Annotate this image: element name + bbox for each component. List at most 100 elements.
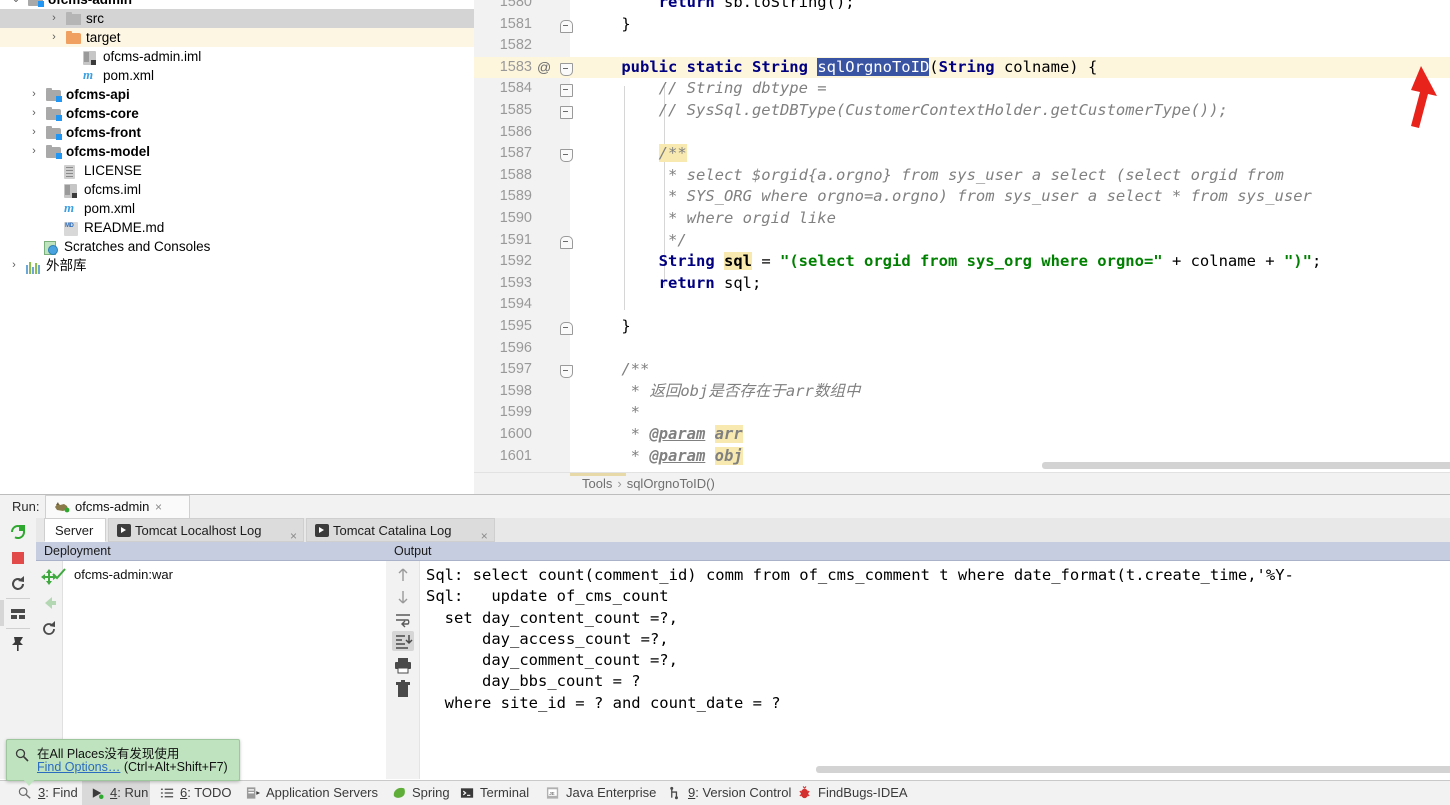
- run-subtabs[interactable]: Server Tomcat Localhost Log × Tomcat Catali…: [36, 518, 1450, 543]
- code-line-1583[interactable]: 1583 @ public static String sqlOrgnoToID(…: [474, 56, 1450, 79]
- stop-icon[interactable]: [8, 548, 28, 568]
- breadcrumb-parent[interactable]: Tools: [582, 476, 612, 491]
- run-subtab-0[interactable]: Server: [44, 518, 106, 542]
- chevron-right-icon[interactable]: ›: [28, 142, 40, 161]
- code-fold-icon[interactable]: [560, 84, 573, 98]
- pin-icon[interactable]: [8, 634, 28, 654]
- project-tool-window[interactable]: ⌄ofcms-admin›src›targetofcms-admin.imlmp…: [0, 0, 475, 494]
- code-fold-icon[interactable]: [560, 149, 573, 163]
- chevron-right-icon[interactable]: ›: [8, 256, 20, 275]
- chevron-right-icon[interactable]: ›: [28, 104, 40, 123]
- code-line-1584[interactable]: 1584 // String dbtype =: [474, 78, 1450, 100]
- scroll-to-end-icon[interactable]: [392, 631, 414, 651]
- tree-item-10[interactable]: ofcms.iml: [0, 180, 474, 199]
- editor-horizontal-scrollbar[interactable]: [1042, 462, 1450, 469]
- layout-icon[interactable]: [8, 604, 28, 624]
- run-configuration-tab[interactable]: ofcms-admin ×: [45, 495, 190, 519]
- tree-item-5[interactable]: › ofcms-api: [0, 85, 474, 104]
- code-line-1591[interactable]: 1591 */: [474, 230, 1450, 252]
- code-line-1580[interactable]: 1580 return sb.toString();: [474, 0, 1450, 14]
- status-bar-item-3-find[interactable]: 3: Find: [10, 781, 82, 805]
- tooltip-actions[interactable]: Find Options… (Ctrl+Alt+Shift+F7): [37, 760, 228, 774]
- find-options-link[interactable]: Find Options…: [37, 760, 120, 774]
- up-arrow-icon[interactable]: [392, 565, 414, 585]
- output-panel[interactable]: Sql: select count(comment_id) comm from …: [386, 561, 1450, 779]
- restart-icon[interactable]: [8, 574, 28, 594]
- tree-item-8[interactable]: › ofcms-model: [0, 142, 474, 161]
- breadcrumb[interactable]: Tools › sqlOrgnoToID(): [582, 476, 715, 491]
- code-line-1588[interactable]: 1588 * select $orgid{a.orgno} from sys_u…: [474, 165, 1450, 187]
- rerun-icon[interactable]: [8, 522, 28, 542]
- code-line-1595[interactable]: 1595 }: [474, 316, 1450, 338]
- tree-item-7[interactable]: › ofcms-front: [0, 123, 474, 142]
- status-bar-item-java-enterprise[interactable]: JE Java Enterprise: [538, 781, 658, 805]
- run-subtab-1[interactable]: Tomcat Localhost Log ×: [108, 518, 304, 543]
- code-line-1592[interactable]: 1592 String sql = "(select orgid from sy…: [474, 251, 1450, 273]
- chevron-right-icon[interactable]: ›: [48, 28, 60, 47]
- code-line-1598[interactable]: 1598 * 返回obj是否存在于arr数组中: [474, 381, 1450, 403]
- status-bar-item-9-version-control[interactable]: 9: Version Control: [660, 781, 791, 805]
- markdown-file-icon: MD: [64, 220, 80, 236]
- print-icon[interactable]: [392, 655, 414, 675]
- code-fold-icon[interactable]: [560, 235, 573, 249]
- code-fold-icon[interactable]: [560, 322, 573, 335]
- chevron-down-icon[interactable]: ⌄: [10, 0, 22, 9]
- status-bar-item-application-servers[interactable]: Application Servers: [238, 781, 378, 805]
- code-line-1594[interactable]: 1594: [474, 294, 1450, 316]
- tree-item-2[interactable]: › target: [0, 28, 474, 47]
- tree-item-4[interactable]: m pom.xml: [0, 66, 474, 85]
- folder-module-icon: [46, 87, 62, 102]
- code-line-1587[interactable]: 1587 /**: [474, 143, 1450, 165]
- chevron-right-icon[interactable]: ›: [48, 9, 60, 28]
- tree-item-1[interactable]: › src: [0, 9, 474, 28]
- code-fold-icon[interactable]: [560, 19, 573, 33]
- code-fold-icon[interactable]: [560, 62, 573, 76]
- code-fold-icon[interactable]: [560, 106, 573, 119]
- code-line-1581[interactable]: 1581 }: [474, 14, 1450, 36]
- code-line-1582[interactable]: 1582: [474, 35, 1450, 57]
- code-line-1590[interactable]: 1590 * where orgid like: [474, 208, 1450, 230]
- folder-orange-icon: [66, 30, 82, 45]
- code-line-1599[interactable]: 1599 *: [474, 402, 1450, 424]
- status-bar-item-6-todo[interactable]: 6: TODO: [152, 781, 232, 805]
- output-horizontal-scrollbar[interactable]: [816, 766, 1450, 773]
- find-usages-notification-popup[interactable]: 在All Places没有发现使用 Find Options… (Ctrl+Al…: [6, 739, 240, 781]
- run-subtab-2[interactable]: Tomcat Catalina Log ×: [306, 518, 495, 543]
- code-fold-icon[interactable]: [560, 365, 573, 379]
- down-arrow-icon[interactable]: [392, 587, 414, 607]
- tree-item-9[interactable]: LICENSE: [0, 161, 474, 180]
- run-tab-close-icon[interactable]: ×: [155, 500, 162, 514]
- tree-item-14[interactable]: › 外部库: [0, 256, 474, 275]
- code-line-1593[interactable]: 1593 return sql;: [474, 273, 1450, 295]
- redeploy-icon[interactable]: [39, 619, 59, 639]
- code-line-1596[interactable]: 1596: [474, 338, 1450, 360]
- tree-item-12[interactable]: MD README.md: [0, 218, 474, 237]
- deployment-artifact-row[interactable]: ofcms-admin:war: [52, 567, 173, 582]
- trash-icon[interactable]: [392, 679, 414, 699]
- status-bar-item-4-run[interactable]: 4: Run: [82, 781, 150, 805]
- status-bar-item-terminal[interactable]: Terminal: [452, 781, 532, 805]
- tree-item-3[interactable]: ofcms-admin.iml: [0, 47, 474, 66]
- status-bar-item-findbugs-idea[interactable]: FindBugs-IDEA: [790, 781, 908, 805]
- code-line-1585[interactable]: 1585 // SysSql.getDBType(CustomerContext…: [474, 100, 1450, 122]
- output-toolbar[interactable]: [386, 561, 420, 779]
- breadcrumb-current[interactable]: sqlOrgnoToID(): [627, 476, 715, 491]
- status-bar-item-spring[interactable]: Spring: [384, 781, 450, 805]
- console-output[interactable]: Sql: select count(comment_id) comm from …: [426, 565, 1446, 765]
- undeploy-icon[interactable]: [39, 593, 59, 613]
- code-lines[interactable]: 1580 return sb.toString(); 1581 } 1582 1583…: [474, 0, 1450, 472]
- code-line-1586[interactable]: 1586: [474, 122, 1450, 144]
- chevron-right-icon[interactable]: ›: [28, 123, 40, 142]
- status-bar[interactable]: 3: Find 4: Run 6: TODO Application Servers S…: [0, 780, 1450, 805]
- tree-item-11[interactable]: m pom.xml: [0, 199, 474, 218]
- chevron-right-icon[interactable]: ›: [28, 85, 40, 104]
- code-line-1597[interactable]: 1597 /**: [474, 359, 1450, 381]
- override-marker-icon[interactable]: @: [537, 57, 551, 79]
- soft-wrap-icon[interactable]: [392, 609, 414, 629]
- code-line-1600[interactable]: 1600 * @param arr: [474, 424, 1450, 446]
- tree-item-0[interactable]: ⌄ ofcms-admin: [0, 0, 474, 9]
- code-line-1589[interactable]: 1589 * SYS_ORG where orgno=a.orgno) from…: [474, 186, 1450, 208]
- tree-item-13[interactable]: Scratches and Consoles: [0, 237, 474, 256]
- tree-item-6[interactable]: › ofcms-core: [0, 104, 474, 123]
- code-editor[interactable]: 1580 return sb.toString(); 1581 } 1582 1583…: [474, 0, 1450, 494]
